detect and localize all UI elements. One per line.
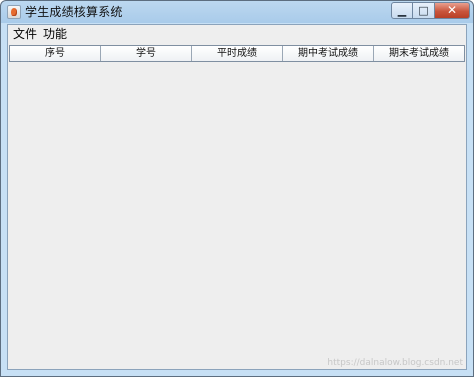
watermark-text: https://dalnalow.blog.csdn.net	[327, 358, 463, 368]
table-header: 序号 学号 平时成绩 期中考试成绩 期末考试成绩	[9, 45, 465, 62]
java-app-icon[interactable]	[7, 5, 21, 19]
score-table[interactable]: 序号 学号 平时成绩 期中考试成绩 期末考试成绩	[9, 45, 465, 369]
column-header-regular-score[interactable]: 平时成绩	[192, 46, 283, 61]
column-header-student-id[interactable]: 学号	[101, 46, 192, 61]
column-header-index[interactable]: 序号	[10, 46, 101, 61]
column-header-final-score[interactable]: 期末考试成绩	[374, 46, 464, 61]
column-header-midterm-score[interactable]: 期中考试成绩	[283, 46, 374, 61]
close-icon: ✕	[446, 3, 458, 17]
menu-file[interactable]: 文件	[13, 27, 37, 42]
minimize-icon: ▁	[397, 4, 407, 17]
app-window: 学生成绩核算系统 ▁ □ ✕ 文件 功能 序号 学号 平时成绩 期中考试成绩 期…	[0, 0, 474, 377]
menu-bar: 文件 功能	[8, 25, 466, 44]
menu-function[interactable]: 功能	[43, 27, 67, 42]
client-area: 文件 功能 序号 学号 平时成绩 期中考试成绩 期末考试成绩	[7, 24, 467, 370]
window-title: 学生成绩核算系统	[25, 5, 123, 19]
title-bar[interactable]: 学生成绩核算系统 ▁ □ ✕	[1, 1, 473, 24]
maximize-button[interactable]: □	[413, 2, 435, 19]
maximize-icon: □	[418, 4, 429, 17]
close-button[interactable]: ✕	[435, 2, 470, 19]
minimize-button[interactable]: ▁	[391, 2, 413, 19]
